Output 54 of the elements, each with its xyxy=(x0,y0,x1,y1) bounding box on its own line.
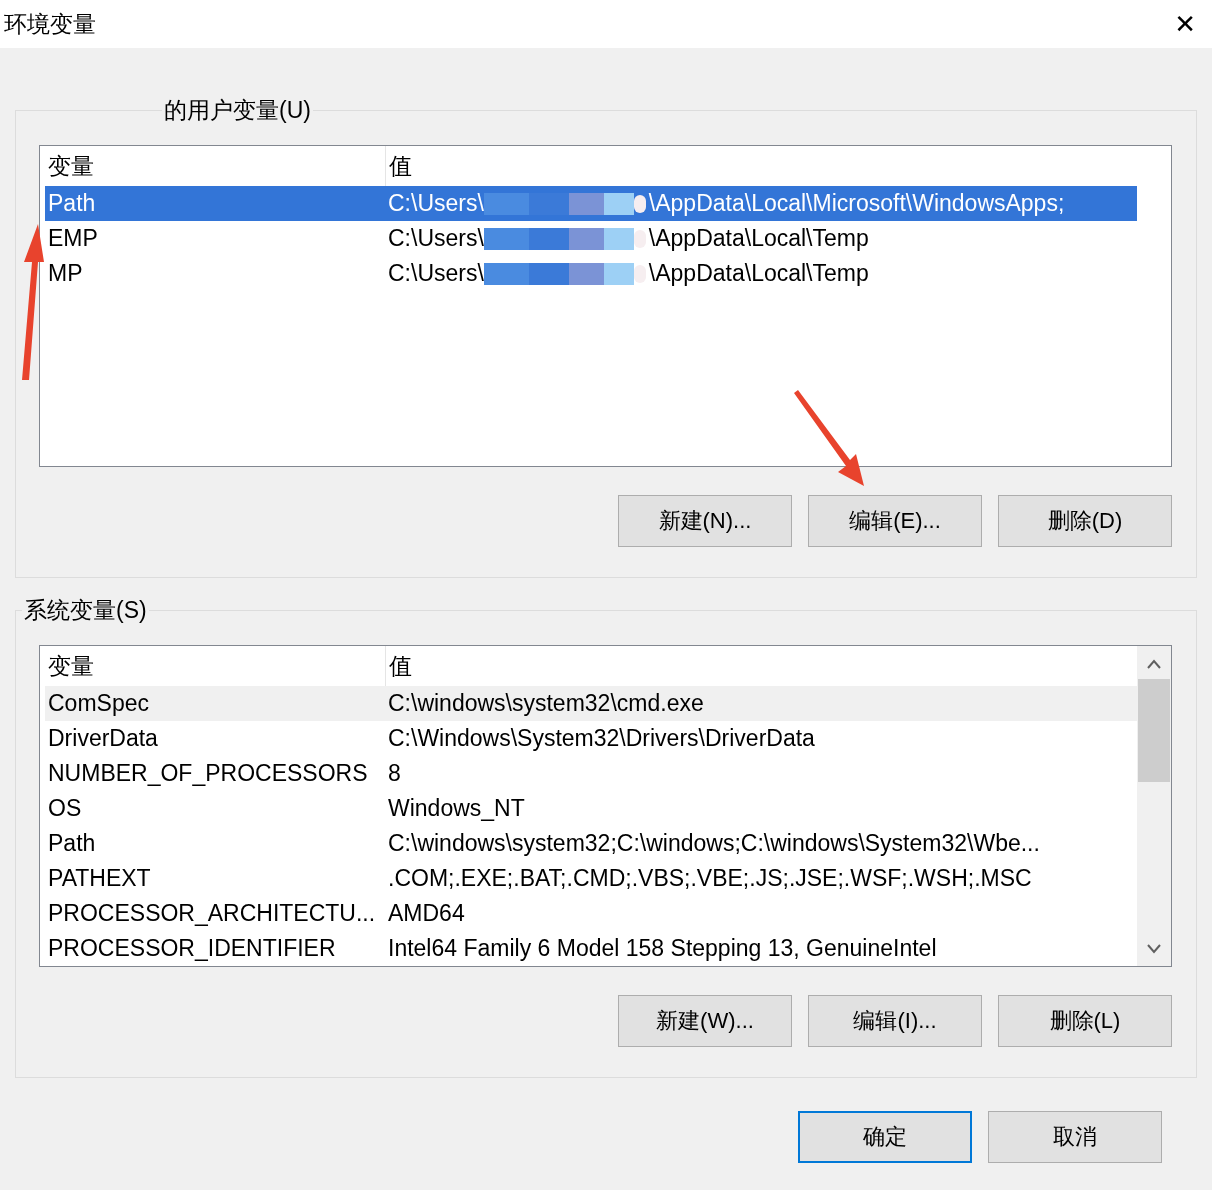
column-header[interactable]: 值 xyxy=(386,646,1137,686)
variable-name: ComSpec xyxy=(47,690,150,717)
variable-name: MP xyxy=(47,260,84,287)
dialog-button[interactable]: 编辑(I)... xyxy=(808,995,982,1047)
dialog-button[interactable]: 删除(L) xyxy=(998,995,1172,1047)
variable-name: NUMBER_OF_PROCESSORS xyxy=(47,760,369,787)
list-row[interactable]: MP C:\Users\ \AppData\Local\Temp xyxy=(45,256,1137,291)
scroll-up-icon[interactable] xyxy=(1147,659,1161,669)
variable-value: Intel64 Family 6 Model 158 Stepping 13, GenuineIntel xyxy=(387,935,938,962)
list-row[interactable]: EMP C:\Users\ \AppData\Local\Temp xyxy=(45,221,1137,256)
variable-value: \AppData\Local\Temp xyxy=(648,225,869,252)
window-title: 环境变量 xyxy=(4,9,96,39)
variable-name: PROCESSOR_ARCHITECTU... xyxy=(47,900,377,927)
variable-value: Windows_NT xyxy=(387,795,526,822)
variable-name: DriverData xyxy=(47,725,159,752)
variable-name: Path xyxy=(47,830,97,857)
list-row[interactable]: Path C:\windows\system32;C:\windows;C:\windows\System32\Wbe... xyxy=(45,826,1137,861)
variable-value: 8 xyxy=(387,760,402,787)
list-row[interactable]: NUMBER_OF_PROCESSORS 8 xyxy=(45,756,1137,791)
variable-name: Path xyxy=(47,190,97,217)
variable-name: OS xyxy=(47,795,83,822)
variable-value: AMD64 xyxy=(387,900,466,927)
list-row[interactable]: PATHEXT .COM;.EXE;.BAT;.CMD;.VBS;.VBE;.JS;.JSE;.WSF;.WSH;.MSC xyxy=(45,861,1137,896)
variable-value: C:\Users\ xyxy=(388,260,484,287)
scrollbar-thumb[interactable] xyxy=(1138,679,1170,782)
variable-value: C:\Users\ xyxy=(388,225,484,252)
variable-name: PROCESSOR_IDENTIFIER xyxy=(47,935,337,962)
dialog-button[interactable]: 删除(D) xyxy=(998,495,1172,547)
list-row[interactable]: PROCESSOR_ARCHITECTU... AMD64 xyxy=(45,896,1137,931)
variable-name: PATHEXT xyxy=(47,865,152,892)
scrollbar[interactable] xyxy=(1137,646,1171,966)
variable-value: C:\windows\system32\cmd.exe xyxy=(387,690,705,717)
scroll-down-icon[interactable] xyxy=(1147,944,1161,954)
group-title: 系统变量(S) xyxy=(22,595,149,626)
dialog-button[interactable]: 确定 xyxy=(798,1111,972,1163)
column-header[interactable]: 值 xyxy=(386,146,1137,186)
dialog-button[interactable]: 编辑(E)... xyxy=(808,495,982,547)
list-row[interactable]: OS Windows_NT xyxy=(45,791,1137,826)
list-row[interactable]: Path C:\Users\ \AppData\Local\Microsoft\WindowsApps; xyxy=(45,186,1137,221)
variable-name: EMP xyxy=(47,225,99,252)
variable-value: \AppData\Local\Temp xyxy=(648,260,869,287)
dialog-button[interactable]: 新建(W)... xyxy=(618,995,792,1047)
dialog-button[interactable]: 取消 xyxy=(988,1111,1162,1163)
variable-value: C:\Users\ xyxy=(388,190,484,217)
dialog-button[interactable]: 新建(N)... xyxy=(618,495,792,547)
close-button[interactable]: ✕ xyxy=(1170,9,1200,39)
group-title: 的用户变量(U) xyxy=(162,95,313,126)
variable-value: C:\windows\system32;C:\windows;C:\windows\System32\Wbe... xyxy=(387,830,1041,857)
list-row[interactable]: ComSpec C:\windows\system32\cmd.exe xyxy=(45,686,1137,721)
list-row[interactable]: PROCESSOR_IDENTIFIER Intel64 Family 6 Model 158 Stepping 13, GenuineIntel xyxy=(45,931,1137,966)
list-row[interactable]: DriverData C:\Windows\System32\Drivers\DriverData xyxy=(45,721,1137,756)
variable-value: C:\Windows\System32\Drivers\DriverData xyxy=(387,725,816,752)
variable-value: .COM;.EXE;.BAT;.CMD;.VBS;.VBE;.JS;.JSE;.WSF;.WSH;.MSC xyxy=(387,865,1033,892)
variable-value: \AppData\Local\Microsoft\WindowsApps; xyxy=(648,190,1065,217)
